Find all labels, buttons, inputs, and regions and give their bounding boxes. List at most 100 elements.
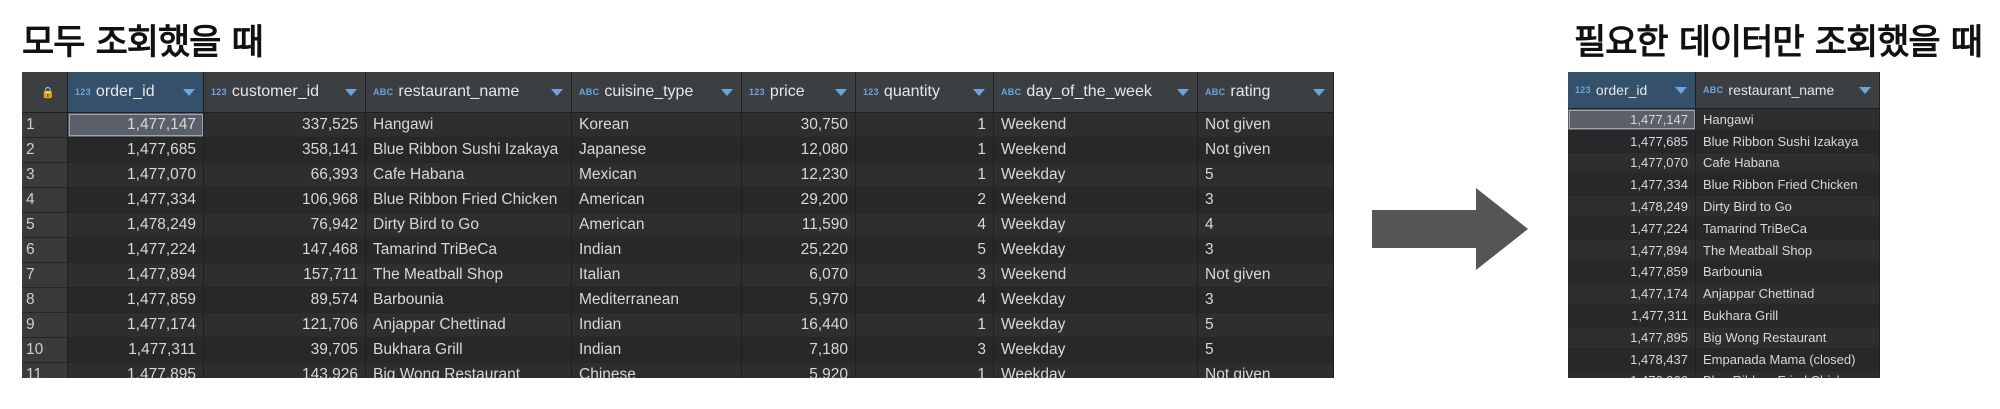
column-header-order_id[interactable]: 123 order_id xyxy=(68,72,204,112)
table-row[interactable]: 1,477,311 Bukhara Grill xyxy=(1568,305,1880,327)
table-cell[interactable]: Hangawi xyxy=(1696,109,1880,130)
table-row[interactable]: 1,477,859 Barbounia xyxy=(1568,261,1880,284)
table-cell[interactable]: Indian xyxy=(572,238,742,262)
table-cell[interactable]: Anjappar Chettinad xyxy=(1696,283,1880,305)
table-cell[interactable]: 5 xyxy=(856,238,994,262)
table-cell[interactable]: 39,705 xyxy=(204,338,366,362)
table-cell[interactable]: 1 xyxy=(856,138,994,162)
table-cell[interactable]: Weekend xyxy=(994,113,1198,137)
table-cell[interactable]: 5,970 xyxy=(742,288,856,312)
table-row[interactable]: 1,478,437 Empanada Mama (closed) xyxy=(1568,348,1880,371)
table-cell[interactable]: 1,477,070 xyxy=(68,163,204,187)
table-cell[interactable]: 1,477,334 xyxy=(1568,174,1696,196)
table-cell[interactable]: Dirty Bird to Go xyxy=(1696,196,1880,217)
table-row[interactable]: 11 1,477,895 143,926 Big Wong Restaurant Chi… xyxy=(22,363,1334,378)
sort-dropdown-icon[interactable] xyxy=(721,89,733,96)
table-cell[interactable]: Blue Ribbon Fried Chicken xyxy=(366,188,572,212)
table-cell[interactable]: Empanada Mama (closed) xyxy=(1696,348,1880,370)
row-number[interactable]: 10 xyxy=(22,338,68,362)
table-cell[interactable]: American xyxy=(572,213,742,237)
table-cell[interactable]: The Meatball Shop xyxy=(1696,239,1880,261)
column-header-quantity[interactable]: 123 quantity xyxy=(856,72,994,112)
column-header-cuisine_type[interactable]: ABC cuisine_type xyxy=(572,72,742,112)
table-cell[interactable]: 1,477,894 xyxy=(68,263,204,287)
table-cell[interactable]: 1,477,685 xyxy=(68,138,204,162)
table-row[interactable]: 5 1,478,249 76,942 Dirty Bird to Go American… xyxy=(22,213,1334,238)
table-cell[interactable]: 121,706 xyxy=(204,313,366,337)
table-cell[interactable]: 25,220 xyxy=(742,238,856,262)
table-cell[interactable]: 1,476,966 xyxy=(1568,370,1696,378)
table-cell[interactable]: Weekday xyxy=(994,338,1198,362)
table-cell[interactable]: 66,393 xyxy=(204,163,366,187)
table-cell[interactable]: Weekend xyxy=(994,263,1198,287)
table-cell[interactable]: Japanese xyxy=(572,138,742,162)
table-row[interactable]: 1,477,224 Tamarind TriBeCa xyxy=(1568,217,1880,240)
table-row[interactable]: 3 1,477,070 66,393 Cafe Habana Mexican 12,230… xyxy=(22,163,1334,188)
column-header-restaurant_name[interactable]: ABC restaurant_name xyxy=(366,72,572,112)
table-row[interactable]: 10 1,477,311 39,705 Bukhara Grill Indian 7,18… xyxy=(22,338,1334,363)
table-cell[interactable]: Mexican xyxy=(572,163,742,187)
table-cell[interactable]: Mediterranean xyxy=(572,288,742,312)
table-row[interactable]: 6 1,477,224 147,468 Tamarind TriBeCa Indian 2… xyxy=(22,238,1334,263)
row-number[interactable]: 2 xyxy=(22,138,68,162)
table-cell[interactable]: Bukhara Grill xyxy=(366,338,572,362)
table-cell[interactable]: 358,141 xyxy=(204,138,366,162)
table-row[interactable]: 8 1,477,859 89,574 Barbounia Mediterranean 5,… xyxy=(22,288,1334,313)
table-cell[interactable]: 7,180 xyxy=(742,338,856,362)
table-cell[interactable]: 157,711 xyxy=(204,263,366,287)
table-row[interactable]: 1 1,477,147 337,525 Hangawi Korean 30,750 1 Wee… xyxy=(22,113,1334,138)
table-cell[interactable]: 12,080 xyxy=(742,138,856,162)
row-number[interactable]: 7 xyxy=(22,263,68,287)
table-cell[interactable]: 1,478,249 xyxy=(68,213,204,237)
table-cell[interactable]: Barbounia xyxy=(366,288,572,312)
table-cell[interactable]: Tamarind TriBeCa xyxy=(366,238,572,262)
sort-dropdown-icon[interactable] xyxy=(345,89,357,96)
table-row[interactable]: 1,477,174 Anjappar Chettinad xyxy=(1568,283,1880,306)
table-cell[interactable]: 5 xyxy=(1198,313,1334,337)
table-cell[interactable]: 4 xyxy=(856,288,994,312)
table-cell[interactable]: 1,477,147 xyxy=(1568,109,1696,130)
table-cell[interactable]: 2 xyxy=(856,188,994,212)
sort-dropdown-icon[interactable] xyxy=(551,89,563,96)
table-cell[interactable]: 1,478,437 xyxy=(1568,348,1696,370)
table-cell[interactable]: 1,477,224 xyxy=(1568,217,1696,239)
table-cell[interactable]: 30,750 xyxy=(742,113,856,137)
table-cell[interactable]: Weekend xyxy=(994,188,1198,212)
table-cell[interactable]: 1,477,070 xyxy=(1568,152,1696,174)
table-cell[interactable]: 4 xyxy=(856,213,994,237)
column-header-customer_id[interactable]: 123 customer_id xyxy=(204,72,366,112)
table-cell[interactable]: 1,477,895 xyxy=(68,363,204,378)
table-cell[interactable]: 3 xyxy=(856,338,994,362)
table-cell[interactable]: Indian xyxy=(572,338,742,362)
table-cell[interactable]: Hangawi xyxy=(366,113,572,137)
table-cell[interactable]: Blue Ribbon Sushi Izakaya xyxy=(1696,130,1880,152)
table-cell[interactable]: 1,477,147 xyxy=(68,113,204,137)
column-header-price[interactable]: 123 price xyxy=(742,72,856,112)
table-cell[interactable]: Weekend xyxy=(994,138,1198,162)
table-cell[interactable]: Italian xyxy=(572,263,742,287)
table-cell[interactable]: Cafe Habana xyxy=(366,163,572,187)
row-number[interactable]: 6 xyxy=(22,238,68,262)
table-row[interactable]: 1,477,070 Cafe Habana xyxy=(1568,152,1880,175)
sort-dropdown-icon[interactable] xyxy=(973,89,985,96)
table-cell[interactable]: 3 xyxy=(1198,238,1334,262)
table-cell[interactable]: Not given xyxy=(1198,263,1334,287)
table-cell[interactable]: 3 xyxy=(1198,288,1334,312)
sort-dropdown-icon[interactable] xyxy=(835,89,847,96)
table-cell[interactable]: 16,440 xyxy=(742,313,856,337)
column-header-restaurant_name[interactable]: ABC restaurant_name xyxy=(1696,72,1880,108)
table-cell[interactable]: Weekday xyxy=(994,313,1198,337)
table-cell[interactable]: 1,477,174 xyxy=(68,313,204,337)
table-cell[interactable]: 1,477,859 xyxy=(68,288,204,312)
table-cell[interactable]: 6,070 xyxy=(742,263,856,287)
table-cell[interactable]: 1,478,249 xyxy=(1568,196,1696,217)
table-cell[interactable]: Weekday xyxy=(994,288,1198,312)
table-row[interactable]: 4 1,477,334 106,968 Blue Ribbon Fried Chick… xyxy=(22,188,1334,213)
row-number[interactable]: 4 xyxy=(22,188,68,212)
column-header-day_of_the_week[interactable]: ABC day_of_the_week xyxy=(994,72,1198,112)
table-cell[interactable]: 1,477,859 xyxy=(1568,261,1696,283)
table-cell[interactable]: 1,477,895 xyxy=(1568,326,1696,348)
table-cell[interactable]: Anjappar Chettinad xyxy=(366,313,572,337)
table-cell[interactable]: 143,926 xyxy=(204,363,366,378)
table-cell[interactable]: 1 xyxy=(856,313,994,337)
